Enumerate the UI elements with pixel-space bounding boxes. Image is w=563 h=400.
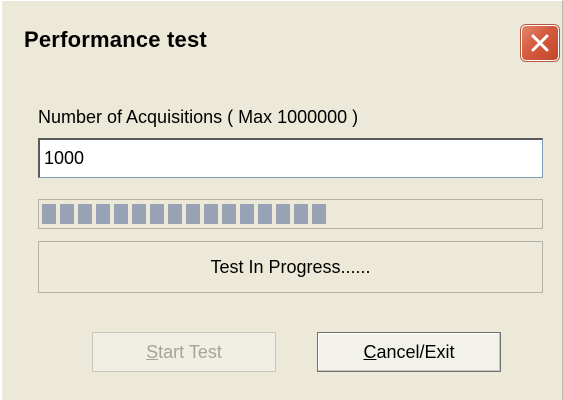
progress-block xyxy=(222,204,236,224)
progress-block xyxy=(204,204,218,224)
progress-block xyxy=(96,204,110,224)
acquisitions-input[interactable] xyxy=(38,138,543,178)
acquisitions-label: Number of Acquisitions ( Max 1000000 ) xyxy=(38,107,359,127)
progress-fill xyxy=(42,204,330,224)
progress-block xyxy=(42,204,56,224)
progress-block xyxy=(78,204,92,224)
start-test-label: tart Test xyxy=(158,341,222,362)
cancel-exit-mnemonic: C xyxy=(363,341,377,362)
progress-block xyxy=(294,204,308,224)
start-test-mnemonic: S xyxy=(146,341,159,362)
status-panel: Test In Progress...... xyxy=(38,241,543,293)
cancel-exit-label: ancel/Exit xyxy=(376,341,455,362)
progress-block xyxy=(186,204,200,224)
cancel-exit-button[interactable]: Cancel/Exit xyxy=(317,332,501,372)
progress-block xyxy=(258,204,272,224)
title-bar[interactable]: Performance test xyxy=(2,1,562,61)
progress-block xyxy=(132,204,146,224)
progress-block xyxy=(312,204,326,224)
status-text: Test In Progress...... xyxy=(210,256,371,277)
start-test-button[interactable]: Start Test xyxy=(92,332,276,372)
close-button[interactable] xyxy=(521,25,559,61)
progress-block xyxy=(60,204,74,224)
progress-bar xyxy=(38,199,543,229)
progress-block xyxy=(114,204,128,224)
performance-test-dialog: Performance test Number of Acquisitions … xyxy=(0,0,563,400)
progress-block xyxy=(240,204,254,224)
progress-block xyxy=(168,204,182,224)
progress-block xyxy=(150,204,164,224)
close-icon xyxy=(531,34,549,52)
progress-block xyxy=(276,204,290,224)
window-title: Performance test xyxy=(24,27,207,52)
